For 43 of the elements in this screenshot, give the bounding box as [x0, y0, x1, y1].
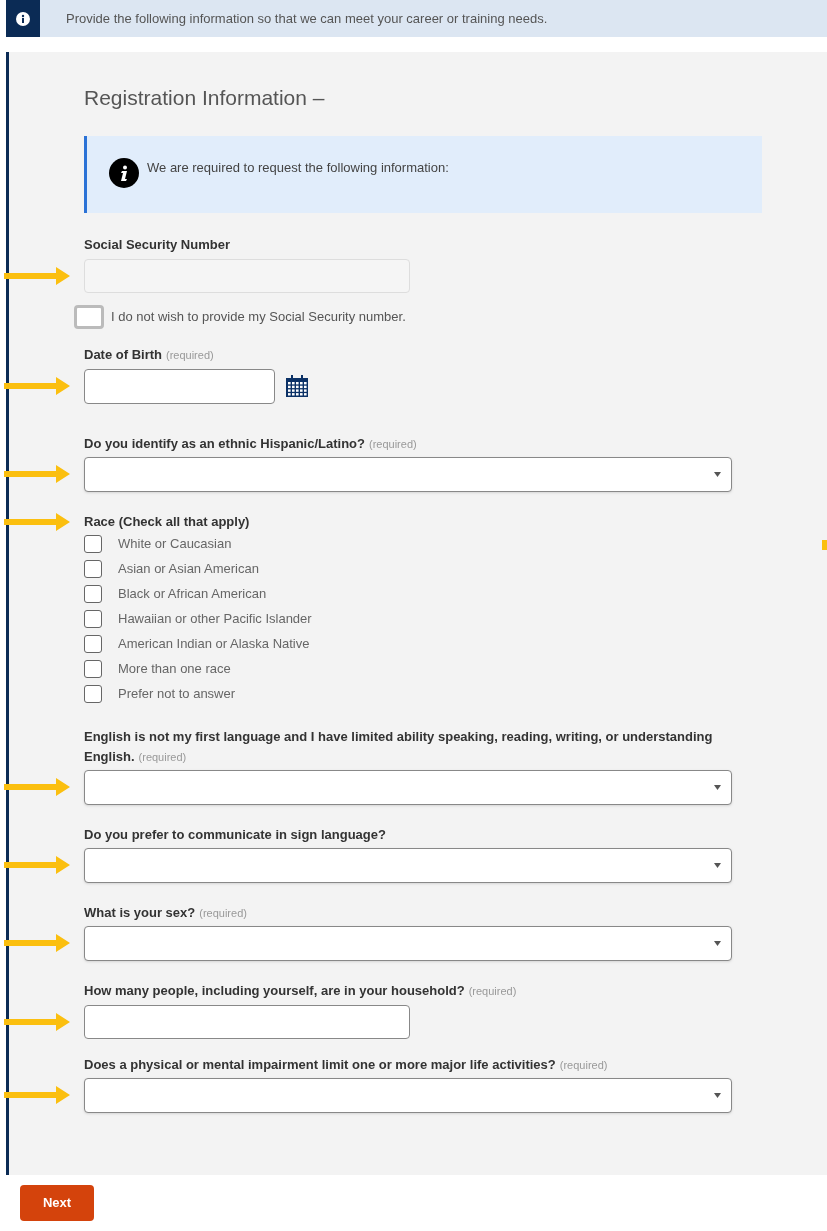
banner-text: Provide the following information so that we can meet your career or training needs.: [66, 9, 548, 28]
info-icon: [109, 157, 139, 188]
dropdown-field[interactable]: [84, 1077, 732, 1113]
checkbox[interactable]: [84, 609, 102, 628]
checkbox-label: Hawaiian or other Pacific Islander: [118, 609, 312, 628]
notice-text: We are required to request the following information:: [147, 158, 449, 177]
field-label: Social Security Number: [84, 235, 230, 254]
dropdown-field[interactable]: [84, 456, 732, 492]
dropdown-field[interactable]: [84, 769, 732, 805]
checkbox-label: I do not wish to provide my Social Security number.: [111, 307, 406, 326]
field-label: Does a physical or mental impairment limit one or more major life activities? (required): [84, 1055, 608, 1074]
checkbox[interactable]: [84, 659, 102, 678]
field-label: English is not my first language and I have limited ability speaking, reading, writing, or understanding English. (required): [84, 727, 714, 766]
dropdown-field[interactable]: [84, 847, 732, 883]
checkbox[interactable]: [84, 684, 102, 703]
field-label: Race (Check all that apply): [84, 512, 250, 531]
marker: [822, 540, 827, 550]
field-label: Date of Birth (required): [84, 345, 214, 364]
caret-icon: [714, 1092, 721, 1098]
form-title: Registration Information –: [84, 85, 325, 111]
checkbox[interactable]: [84, 534, 102, 553]
field-label: Do you identify as an ethnic Hispanic/Latino? (required): [84, 434, 417, 453]
checkbox[interactable]: [84, 559, 102, 578]
next-button[interactable]: Next: [20, 1185, 94, 1221]
checkbox-label: Black or African American: [118, 584, 267, 603]
checkbox[interactable]: [84, 634, 102, 653]
field-label: Do you prefer to communicate in sign language?: [84, 825, 386, 844]
checkbox-label: Prefer not to answer: [118, 684, 236, 703]
caret-icon: [714, 862, 721, 868]
checkbox-label: Asian or Asian American: [118, 559, 259, 578]
field-label: What is your sex? (required): [84, 903, 247, 922]
caret-icon: [714, 940, 721, 946]
checkbox-label: More than one race: [118, 659, 231, 678]
dropdown-field[interactable]: [84, 925, 732, 961]
checkbox[interactable]: [84, 584, 102, 603]
date-field[interactable]: [84, 368, 275, 404]
checkbox-label: White or Caucasian: [118, 534, 232, 553]
caret-icon: [714, 471, 721, 477]
field-label: How many people, including yourself, are in your household? (required): [84, 981, 517, 1000]
caret-icon: [714, 784, 721, 790]
text-field[interactable]: [84, 1004, 410, 1039]
calendar-icon[interactable]: [285, 374, 309, 398]
checkbox-label: American Indian or Alaska Native: [118, 634, 310, 653]
